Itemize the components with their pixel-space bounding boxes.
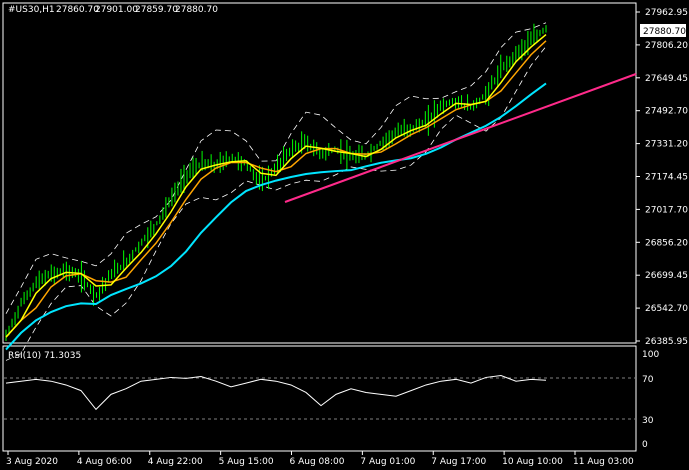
price-tick-label: 26856.20: [645, 238, 688, 248]
rsi-level-0: 0: [642, 440, 648, 450]
price-tick-label: 26385.95: [645, 337, 688, 347]
time-tick-label: 10 Aug 10:00: [502, 457, 563, 467]
price-tick-label: 27331.20: [645, 140, 688, 150]
price-tick-label: 27962.95: [645, 8, 688, 18]
time-tick-label: 4 Aug 06:00: [77, 457, 132, 467]
rsi-level-30: 30: [642, 416, 654, 426]
price-tick-label: 26699.45: [645, 271, 688, 281]
time-tick-label: 11 Aug 03:00: [573, 457, 634, 467]
rsi-label: RSI(10) 71.3035: [8, 351, 81, 361]
time-tick-label: 7 Aug 17:00: [431, 457, 486, 467]
price-tick-label: 26542.70: [645, 304, 688, 314]
rsi-level-100: 100: [642, 350, 659, 360]
symbol-label: #US30,H1: [8, 5, 55, 15]
time-tick-label: 6 Aug 08:00: [290, 457, 345, 467]
ohlc-close: 27880.70: [175, 5, 218, 15]
time-axis: 3 Aug 2020 4 Aug 06:00 4 Aug 22:00 5 Aug 15…: [6, 451, 634, 467]
price-tick-label: 27649.45: [645, 74, 688, 84]
ohlc-open: 27860.70: [56, 5, 99, 15]
price-tick-label: 27174.45: [645, 173, 688, 183]
price-axis: 27962.95 27806.20 27649.45 27492.70 27331.20…: [636, 8, 688, 347]
rsi-level-70: 70: [642, 375, 654, 385]
price-chart[interactable]: #US30,H1 27860.70 27901.00 27859.70 2788…: [0, 0, 689, 470]
time-tick-label: 7 Aug 01:00: [360, 457, 415, 467]
ohlc-high: 27901.00: [95, 5, 138, 15]
time-tick-label: 5 Aug 15:00: [219, 457, 274, 467]
rsi-subwindow-frame: [2, 345, 637, 452]
price-tick-label: 27806.20: [645, 41, 688, 51]
current-price-tag: 27880.70: [643, 27, 686, 37]
time-tick-label: 3 Aug 2020: [6, 457, 58, 467]
ohlc-low: 27859.70: [135, 5, 178, 15]
price-tick-label: 27017.70: [645, 205, 688, 215]
time-tick-label: 4 Aug 22:00: [148, 457, 203, 467]
price-tick-label: 27492.70: [645, 107, 688, 117]
